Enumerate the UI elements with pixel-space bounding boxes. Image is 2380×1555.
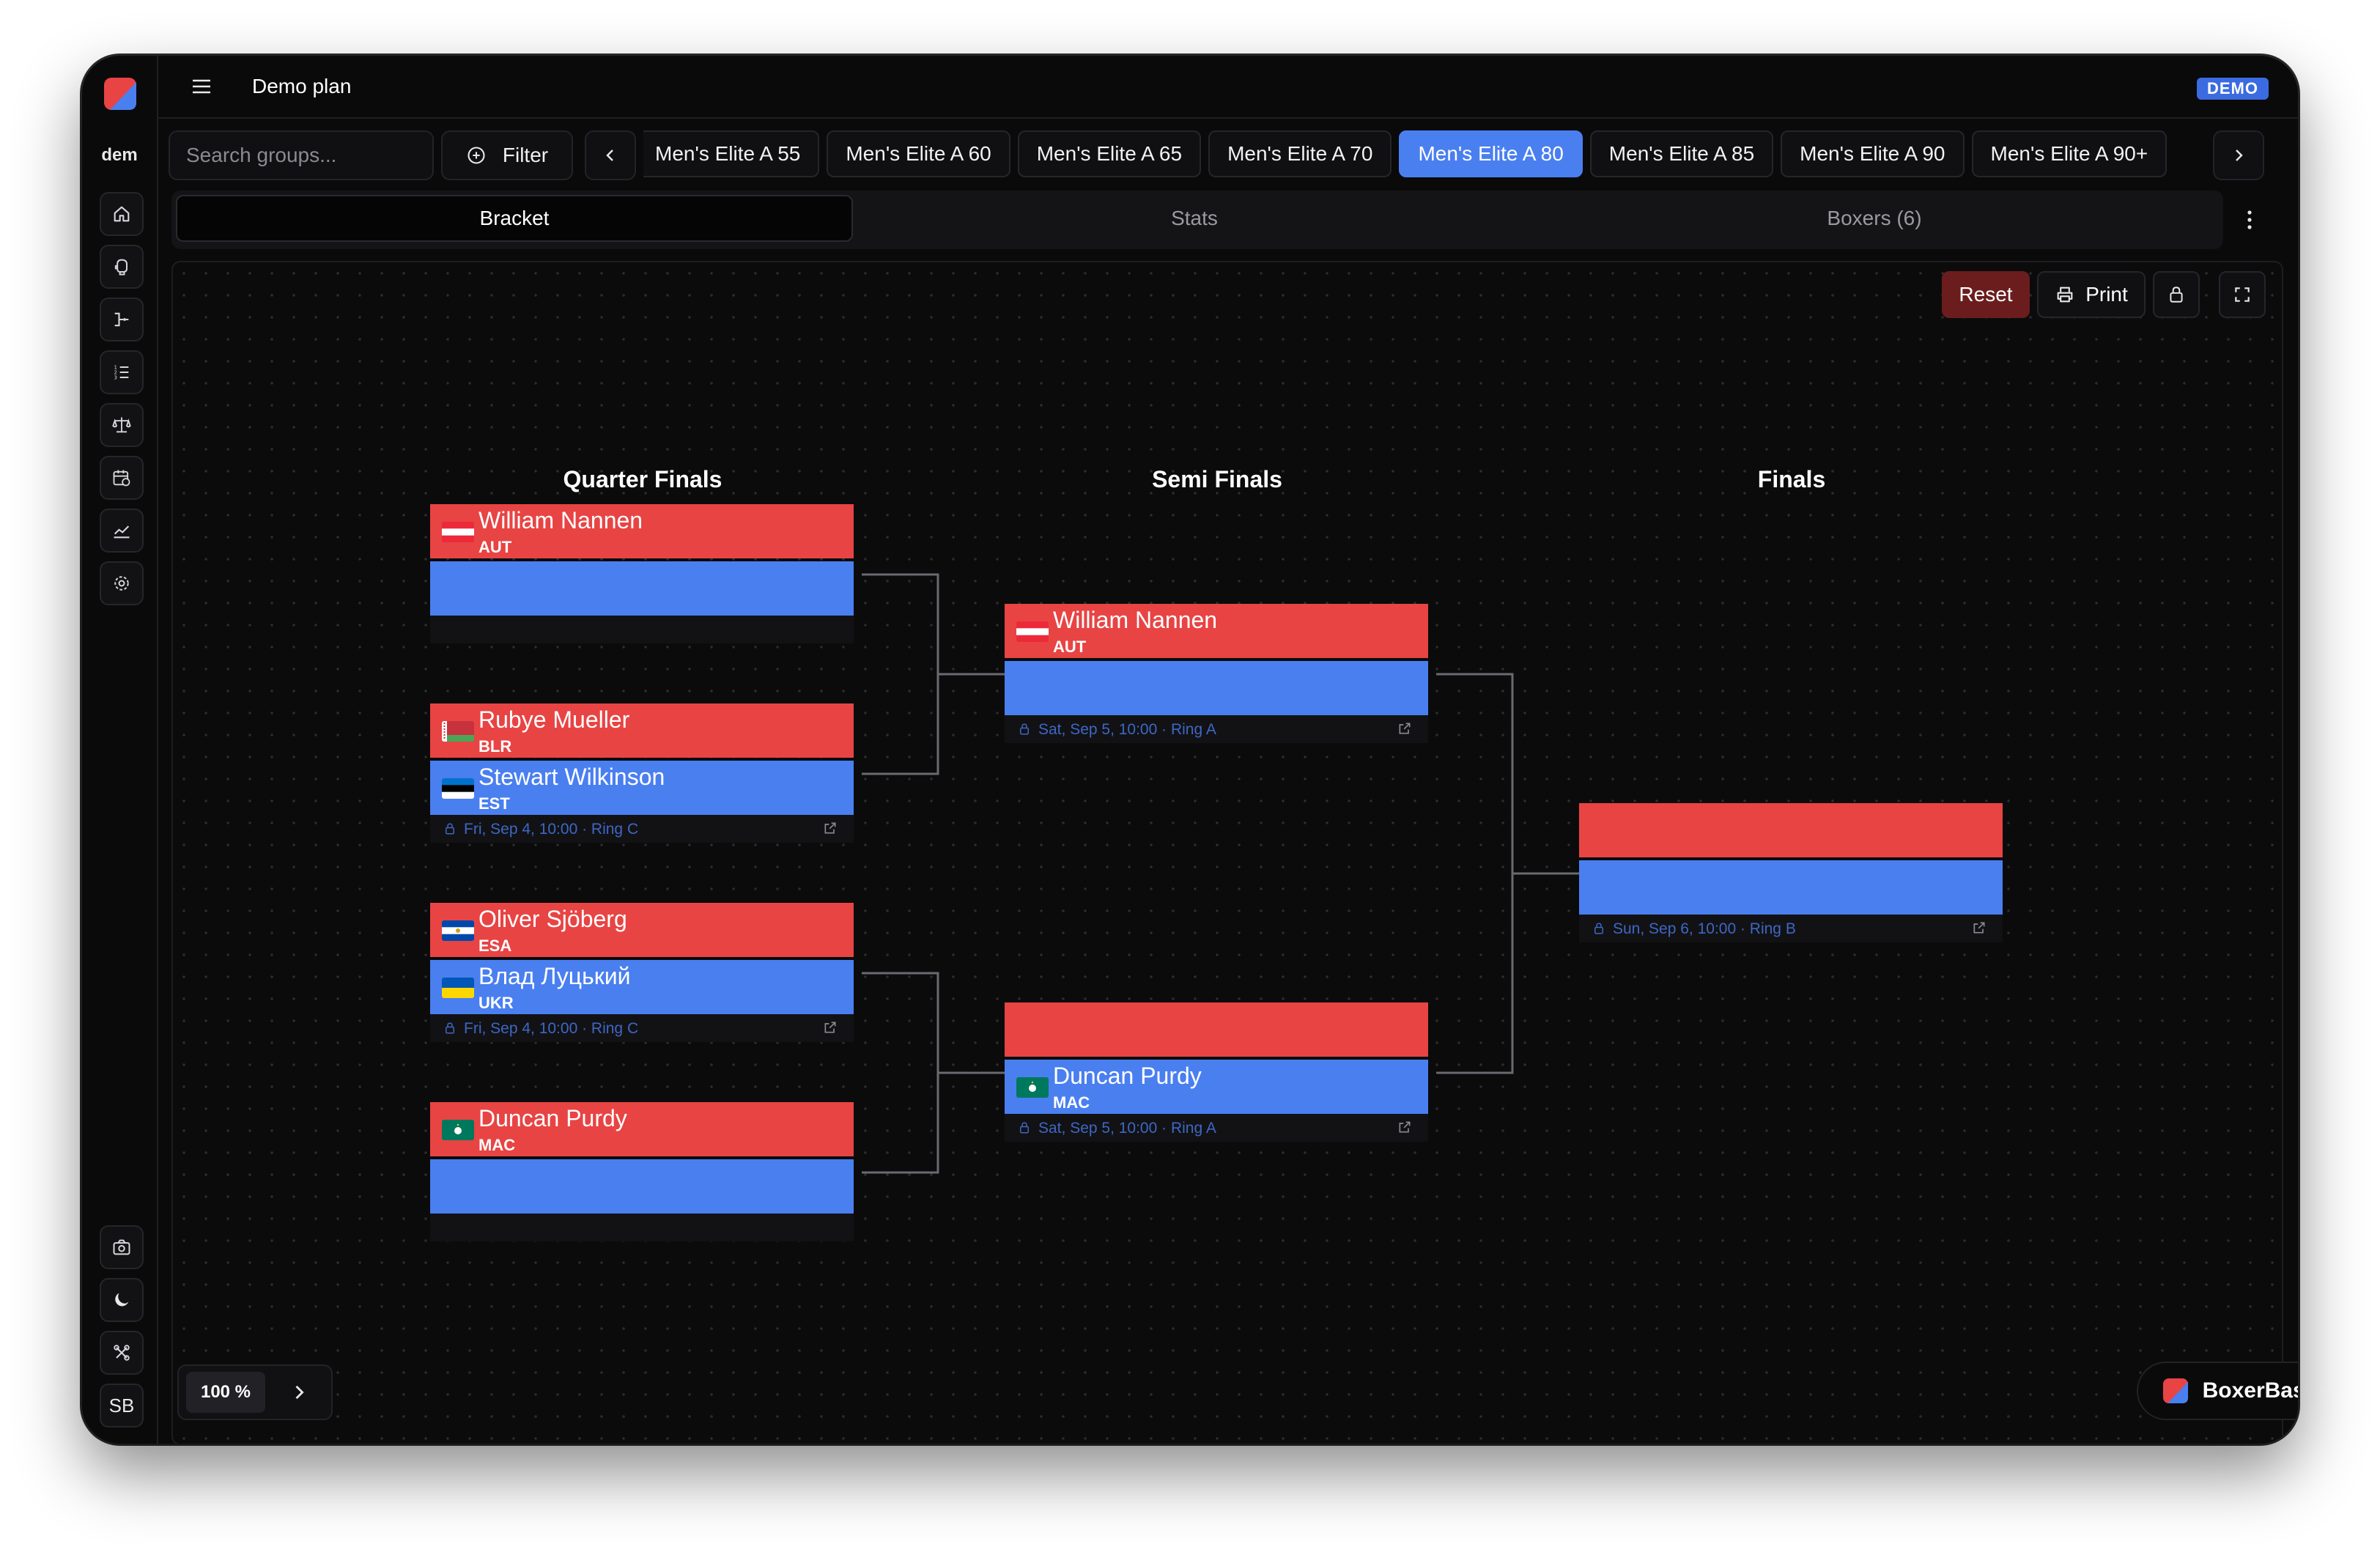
match-schedule: Fri, Sep 4, 10:00 · Ring C <box>464 1020 639 1037</box>
lock-icon <box>1020 1122 1029 1134</box>
match-schedule: Sat, Sep 5, 10:00 · Ring A <box>1038 721 1216 738</box>
boxer-name: Stewart Wilkinson <box>478 764 665 790</box>
blue-corner-slot[interactable] <box>430 1159 854 1214</box>
boxer-country: UKR <box>478 994 514 1012</box>
connector-qf-3-4 <box>862 972 939 1174</box>
flag-icon <box>442 721 474 742</box>
boxer-country: AUT <box>478 538 512 556</box>
boxer-country: MAC <box>478 1136 516 1154</box>
red-corner-slot[interactable] <box>1005 1002 1428 1057</box>
blue-corner-slot[interactable] <box>430 561 854 616</box>
blue-corner-slot[interactable]: Влад Луцький UKR <box>430 960 854 1014</box>
app-window: dem 123 SB Demo plan DEMO Search groups.… <box>82 56 2298 1444</box>
flag-icon <box>442 920 474 941</box>
red-corner-slot[interactable]: William Nannen AUT <box>430 504 854 558</box>
brand-logo-icon <box>2162 1378 2188 1403</box>
boxer-name: Oliver Sjöberg <box>478 906 627 932</box>
match-info-empty <box>430 616 854 643</box>
boxer-name: William Nannen <box>1053 607 1218 633</box>
zoom-control[interactable]: 100 % <box>177 1364 333 1420</box>
quarter-final-match[interactable]: Rubye Mueller BLR Stewart Wilkinson EST Fri,… <box>430 703 854 843</box>
flag-icon <box>442 1120 474 1140</box>
flag-icon <box>1016 621 1049 642</box>
red-corner-slot[interactable]: William Nannen AUT <box>1005 604 1428 658</box>
lock-icon <box>446 1022 454 1034</box>
match-info-empty <box>430 1214 854 1241</box>
zoom-value: 100 % <box>186 1372 265 1413</box>
flag-icon <box>442 522 474 542</box>
boxer-country: AUT <box>1053 638 1087 656</box>
match-schedule: Fri, Sep 4, 10:00 · Ring C <box>464 821 639 838</box>
brand-badge[interactable]: BoxerBase <box>2137 1362 2298 1420</box>
semi-final-match[interactable]: William Nannen AUT Sat, Sep 5, 10:00 · Rin… <box>1005 604 1428 743</box>
match-info: Sat, Sep 5, 10:00 · Ring A <box>1005 715 1428 743</box>
quarter-final-match[interactable]: William Nannen AUT <box>430 504 854 643</box>
red-corner-slot[interactable]: Rubye Mueller BLR <box>430 703 854 758</box>
boxer-name: Влад Луцький <box>478 963 631 989</box>
red-corner-slot[interactable] <box>1579 803 2003 857</box>
external-link-icon[interactable] <box>823 821 838 835</box>
blue-corner-slot[interactable]: Stewart Wilkinson EST <box>430 761 854 815</box>
connector-qf-1-2 <box>862 573 939 775</box>
external-link-icon[interactable] <box>1972 920 1987 935</box>
boxer-country: EST <box>478 794 510 813</box>
chevron-right-icon <box>295 1385 304 1400</box>
brand-name: BoxerBase <box>2202 1378 2298 1403</box>
red-corner-slot[interactable]: Duncan Purdy MAC <box>430 1102 854 1156</box>
boxer-name: Duncan Purdy <box>1053 1063 1202 1089</box>
semi-final-match[interactable]: Duncan Purdy MAC Sat, Sep 5, 10:00 · Ring … <box>1005 1002 1428 1142</box>
external-link-icon[interactable] <box>1397 1120 1412 1134</box>
boxer-country: ESA <box>478 937 512 955</box>
match-info: Sun, Sep 6, 10:00 · Ring B <box>1579 915 2003 942</box>
final-match[interactable]: Sun, Sep 6, 10:00 · Ring B <box>1579 803 2003 942</box>
boxer-name: Rubye Mueller <box>478 706 630 733</box>
quarter-final-match[interactable]: Duncan Purdy MAC <box>430 1102 854 1241</box>
quarter-final-match[interactable]: Oliver Sjöberg ESA Влад Луцький UKR Fri, Sep… <box>430 903 854 1042</box>
connector-sf <box>1436 673 1514 1074</box>
flag-icon <box>442 778 474 799</box>
lock-icon <box>1594 923 1603 934</box>
blue-corner-slot[interactable] <box>1579 860 2003 915</box>
boxer-country: BLR <box>478 737 512 756</box>
blue-corner-slot[interactable]: Duncan Purdy MAC <box>1005 1060 1428 1114</box>
boxer-name: Duncan Purdy <box>478 1105 627 1131</box>
blue-corner-slot[interactable] <box>1005 661 1428 715</box>
boxer-country: MAC <box>1053 1093 1090 1112</box>
boxer-name: William Nannen <box>478 507 643 533</box>
flag-icon <box>442 978 474 998</box>
match-info: Sat, Sep 5, 10:00 · Ring A <box>1005 1114 1428 1142</box>
match-schedule: Sun, Sep 6, 10:00 · Ring B <box>1613 920 1796 937</box>
red-corner-slot[interactable]: Oliver Sjöberg ESA <box>430 903 854 957</box>
lock-icon <box>446 823 454 835</box>
match-schedule: Sat, Sep 5, 10:00 · Ring A <box>1038 1120 1216 1137</box>
match-info: Fri, Sep 4, 10:00 · Ring C <box>430 1014 854 1042</box>
match-info: Fri, Sep 4, 10:00 · Ring C <box>430 815 854 843</box>
lock-icon <box>1020 723 1029 735</box>
external-link-icon[interactable] <box>1397 721 1412 736</box>
bracket-connectors <box>862 573 1589 1174</box>
zoom-expand[interactable] <box>289 1382 309 1406</box>
flag-icon <box>1016 1077 1049 1098</box>
external-link-icon[interactable] <box>823 1020 838 1035</box>
